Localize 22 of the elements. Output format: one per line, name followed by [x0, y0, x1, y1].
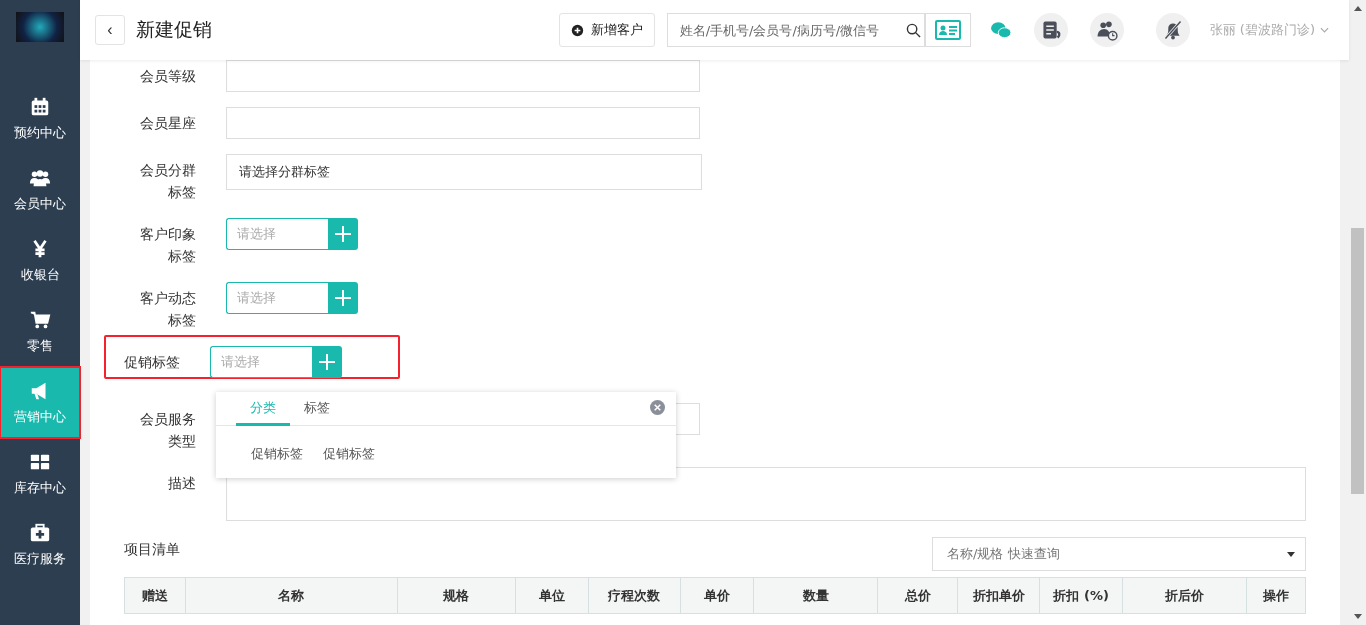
field-label: 会员星座 — [139, 114, 196, 133]
field-label: 客户动态标签 — [139, 289, 196, 330]
field-label: 描述 — [167, 474, 196, 493]
column-header: 疗程次数 — [587, 578, 680, 613]
field-label: 促销标签 — [123, 353, 180, 372]
page-title: 新建促销 — [136, 17, 212, 42]
column-header: 数量 — [753, 578, 878, 613]
column-header: 折后价 — [1122, 578, 1247, 613]
column-header: 折扣 (%) — [1039, 578, 1123, 613]
column-header: 单位 — [514, 578, 588, 613]
field-label: 会员分群标签 — [139, 161, 196, 202]
column-header: 赠送 — [140, 587, 169, 605]
field-label: 会员服务类型 — [139, 410, 196, 451]
field-label: 客户印象标签 — [139, 225, 196, 266]
field-label: 会员等级 — [139, 67, 196, 86]
section-title: 项目清单 — [124, 540, 180, 559]
column-header: 操作 — [1246, 578, 1305, 613]
column-header: 总价 — [877, 578, 958, 613]
column-header: 折扣单价 — [957, 578, 1040, 613]
column-header: 名称 — [184, 578, 397, 613]
column-header: 规格 — [396, 578, 515, 613]
column-header: 单价 — [679, 578, 754, 613]
